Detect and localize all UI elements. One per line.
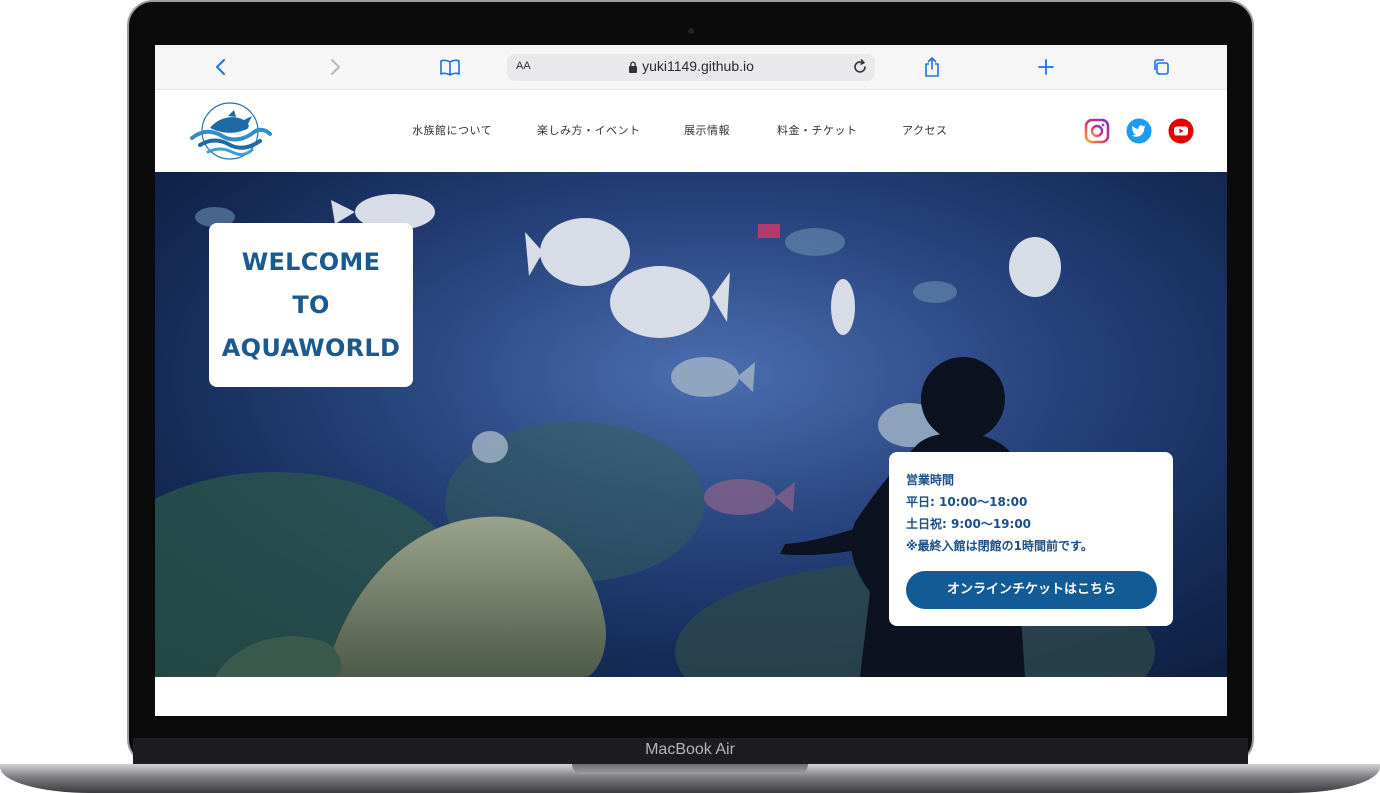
back-icon[interactable] bbox=[207, 53, 235, 81]
hours-note: ※最終入館は閉館の1時間前です。 bbox=[906, 539, 1093, 553]
welcome-line-2: TO bbox=[292, 290, 330, 319]
aquaworld-logo[interactable] bbox=[188, 100, 272, 166]
hours-title: 営業時間 bbox=[906, 473, 955, 487]
nav-item-tickets[interactable]: 料金・チケット bbox=[777, 122, 858, 138]
hero-section: WELCOME TO AQUAWORLD 営業時間 平日: 10:00～18:0… bbox=[155, 172, 1227, 677]
instagram-icon[interactable] bbox=[1084, 118, 1110, 144]
tabs-overview-icon[interactable] bbox=[1147, 53, 1175, 81]
reload-icon[interactable] bbox=[851, 58, 869, 80]
share-icon[interactable] bbox=[918, 53, 946, 81]
youtube-icon[interactable] bbox=[1168, 118, 1194, 144]
camera-dot bbox=[688, 28, 694, 34]
screen: AA yuki1149.github.io 水族館について 楽しみ方・イベント … bbox=[155, 45, 1227, 716]
nav-item-access[interactable]: アクセス bbox=[902, 122, 947, 138]
laptop-hinge-notch bbox=[572, 764, 808, 774]
hours-weekday: 平日: 10:00～18:00 bbox=[906, 495, 1028, 509]
nav-item-about[interactable]: 水族館について bbox=[412, 122, 492, 138]
hours-weekend: 土日祝: 9:00～19:00 bbox=[906, 517, 1032, 531]
twitter-icon[interactable] bbox=[1126, 118, 1152, 144]
page-content-below-hero bbox=[155, 677, 1227, 716]
nav-item-events[interactable]: 楽しみ方・イベント bbox=[537, 122, 641, 138]
welcome-line-3: AQUAWORLD bbox=[221, 333, 401, 362]
device-model-label: MacBook Air bbox=[645, 741, 735, 758]
site-header: 水族館について 楽しみ方・イベント 展示情報 料金・チケット アクセス bbox=[155, 90, 1227, 172]
forward-icon[interactable] bbox=[321, 53, 349, 81]
browser-toolbar: AA yuki1149.github.io bbox=[155, 45, 1227, 90]
address-bar[interactable]: AA yuki1149.github.io bbox=[507, 54, 875, 81]
bookmarks-icon[interactable] bbox=[436, 53, 464, 81]
lock-icon bbox=[629, 61, 638, 73]
online-ticket-button[interactable]: オンラインチケットはこちら bbox=[906, 571, 1157, 609]
new-tab-icon[interactable] bbox=[1032, 53, 1060, 81]
welcome-line-1: WELCOME bbox=[241, 247, 381, 276]
url-text: yuki1149.github.io bbox=[642, 58, 754, 74]
welcome-card: WELCOME TO AQUAWORLD bbox=[209, 223, 413, 387]
opening-hours-card: 営業時間 平日: 10:00～18:00 土日祝: 9:00～19:00 ※最終… bbox=[889, 452, 1173, 626]
nav-item-exhibits[interactable]: 展示情報 bbox=[684, 122, 730, 138]
